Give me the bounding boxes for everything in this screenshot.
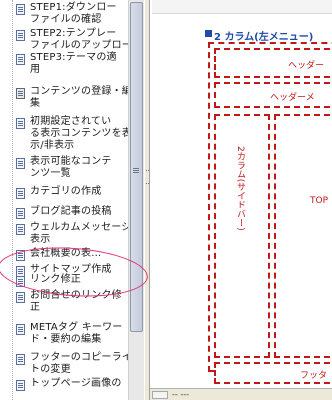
diagram-header-label: ヘッダー: [288, 61, 325, 71]
tree-item-label: STEP2:テンプレー ファイルのアップロード: [30, 28, 128, 51]
document-icon: [16, 188, 25, 199]
diagram-header-menu-box: ヘッダーメ: [214, 82, 332, 108]
diagram-header-box: ヘッダー: [214, 48, 332, 78]
tree-item-label: リンク修正: [30, 274, 81, 285]
diagram-main-box: TOP: [274, 114, 332, 358]
document-open-icon: [16, 88, 25, 99]
tree-item-label: STEP3:テーマの適 用: [30, 52, 117, 75]
layout-diagram: ヘッダー ヘッダーメ 2カラム(サイドバー) TOP フッタ: [208, 42, 332, 384]
diagram-sidebar-label: 2カラム(サイドバー): [235, 146, 245, 231]
tree-item-label: フッターのコピーライ トの変更: [30, 352, 128, 375]
diagram-footer-box: フッタ: [214, 362, 332, 384]
tree-item[interactable]: サイトマップ作成: [0, 264, 128, 277]
content-horizontal-scrollbar[interactable]: -- ---: [150, 388, 332, 400]
tree-item-label: ブログ記事の投稿: [30, 206, 112, 217]
tree-item[interactable]: カテゴリの作成: [0, 186, 128, 204]
scrollbar-thumb[interactable]: [130, 2, 143, 332]
document-icon: [16, 208, 25, 219]
diagram-main-label: TOP: [310, 196, 329, 206]
document-icon: [16, 30, 25, 41]
document-icon: [16, 250, 25, 261]
document-icon: [16, 224, 25, 235]
tree-item[interactable]: ブログ記事の投稿: [0, 206, 128, 222]
tree-item[interactable]: コンテンツの登録・編 集: [0, 86, 128, 114]
tree-item[interactable]: リンク修正: [0, 274, 128, 288]
content-top-strip: [152, 0, 332, 14]
tree-item-label: METAタグ キーワー ド・要約の編集: [30, 322, 123, 345]
splitter-handle-icon: [146, 170, 149, 184]
document-icon: [16, 118, 25, 129]
tree-item-label: STEP1:ダウンロー ファイルの確認: [30, 2, 117, 25]
document-icon: [16, 354, 25, 365]
tree-item[interactable]: 表示可能なコンテ ンツ一覧: [0, 156, 128, 184]
tree-item[interactable]: METAタグ キーワー ド・要約の編集: [0, 322, 128, 350]
tree-item-label: トップページ画像の: [30, 378, 122, 389]
tree-item[interactable]: 会社概要の表...: [0, 248, 128, 264]
document-icon: [16, 276, 25, 287]
diagram-sidebar-box: 2カラム(サイドバー): [214, 114, 270, 358]
tree-item-label: お問合せのリンク修 正: [30, 290, 122, 313]
document-icon: [16, 324, 25, 335]
tree-item[interactable]: 初期設定されてい る表示コンテンツを表 示/非表示: [0, 116, 128, 154]
tree-item[interactable]: お問合せのリンク修 正: [0, 290, 128, 320]
tree-item-label: 初期設定されてい る表示コンテンツを表 示/非表示: [30, 116, 128, 151]
status-text: -- ---: [172, 390, 189, 399]
diagram-header-menu-label: ヘッダーメ: [270, 93, 315, 103]
tree-item-label: ウェルカムメッセージの 表示: [30, 222, 128, 245]
document-icon: [16, 54, 25, 65]
tree-item[interactable]: STEP1:ダウンロー ファイルの確認: [0, 2, 128, 28]
tree-item[interactable]: STEP2:テンプレー ファイルのアップロード: [0, 28, 128, 52]
document-icon: [16, 158, 25, 169]
tree-vertical-scrollbar[interactable]: [128, 0, 144, 400]
tree-item[interactable]: ウェルカムメッセージの 表示: [0, 222, 128, 246]
tree-item-label: 会社概要の表...: [30, 248, 102, 259]
document-icon: [16, 292, 25, 303]
tree-item-label: 表示可能なコンテ ンツ一覧: [30, 156, 112, 179]
tree-item[interactable]: フッターのコピーライ トの変更: [0, 352, 128, 378]
content-panel: 2 カラム(左メニュー) ヘッダー ヘッダーメ 2カラム(サイドバー) TOP …: [150, 0, 332, 400]
tree-panel: STEP1:ダウンロー ファイルの確認 STEP2:テンプレー ファイルのアップロ…: [0, 0, 128, 400]
diagram-footer-label: フッタ: [300, 371, 328, 381]
scroll-left-button[interactable]: [152, 391, 168, 399]
tree-item[interactable]: STEP3:テーマの適 用: [0, 52, 128, 82]
document-icon: [16, 4, 25, 15]
square-bullet-icon: [205, 30, 212, 37]
tree-item[interactable]: トップページ画像の: [0, 378, 128, 398]
scrollbar-grip-icon: [133, 168, 139, 169]
tree-item-label: カテゴリの作成: [30, 186, 102, 197]
document-icon: [16, 380, 25, 391]
tree-item-label: コンテンツの登録・編 集: [30, 86, 128, 109]
section-title: 2 カラム(左メニュー): [214, 32, 314, 43]
